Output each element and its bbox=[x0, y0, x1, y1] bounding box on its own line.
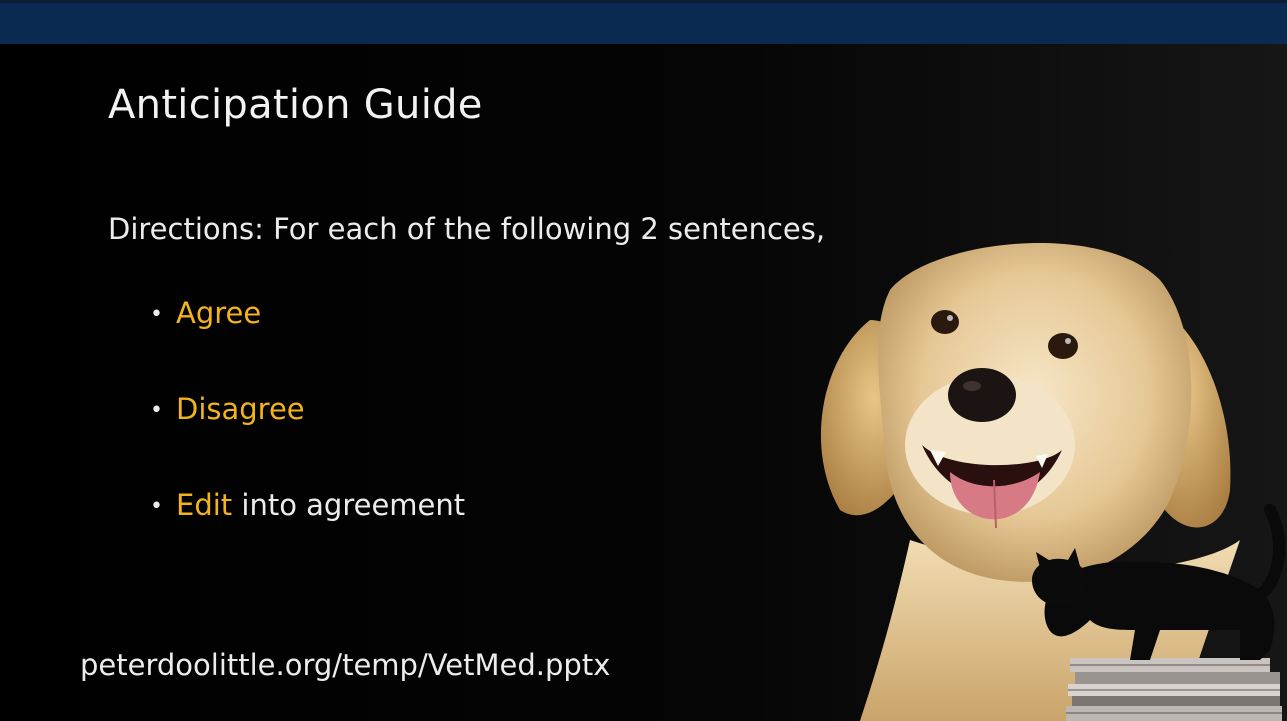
bullet-icon: • bbox=[150, 398, 163, 423]
bullet-disagree-label: Disagree bbox=[176, 392, 305, 426]
bullet-icon: • bbox=[150, 302, 163, 327]
bullet-edit: • Edit into agreement bbox=[150, 488, 465, 584]
slide: Anticipation Guide Directions: For each … bbox=[0, 0, 1287, 721]
bullet-icon: • bbox=[150, 494, 163, 519]
presentation-url: peterdoolittle.org/temp/VetMed.pptx bbox=[80, 648, 611, 682]
directions-text: Directions: For each of the following 2 … bbox=[108, 212, 826, 246]
bullet-edit-label: Edit bbox=[176, 488, 233, 522]
bullet-disagree: • Disagree bbox=[150, 392, 465, 488]
top-band bbox=[0, 0, 1287, 44]
golden-retriever-photo bbox=[820, 242, 1240, 721]
bullet-edit-rest: into agreement bbox=[232, 488, 466, 522]
stack-of-magazines-photo bbox=[1066, 658, 1282, 721]
slide-title: Anticipation Guide bbox=[108, 82, 483, 128]
dog-cat-photo bbox=[820, 242, 1286, 721]
bullet-list: • Agree • Disagree • Edit into agreement bbox=[150, 296, 465, 584]
bullet-agree-label: Agree bbox=[176, 296, 262, 330]
bullet-agree: • Agree bbox=[150, 296, 465, 392]
